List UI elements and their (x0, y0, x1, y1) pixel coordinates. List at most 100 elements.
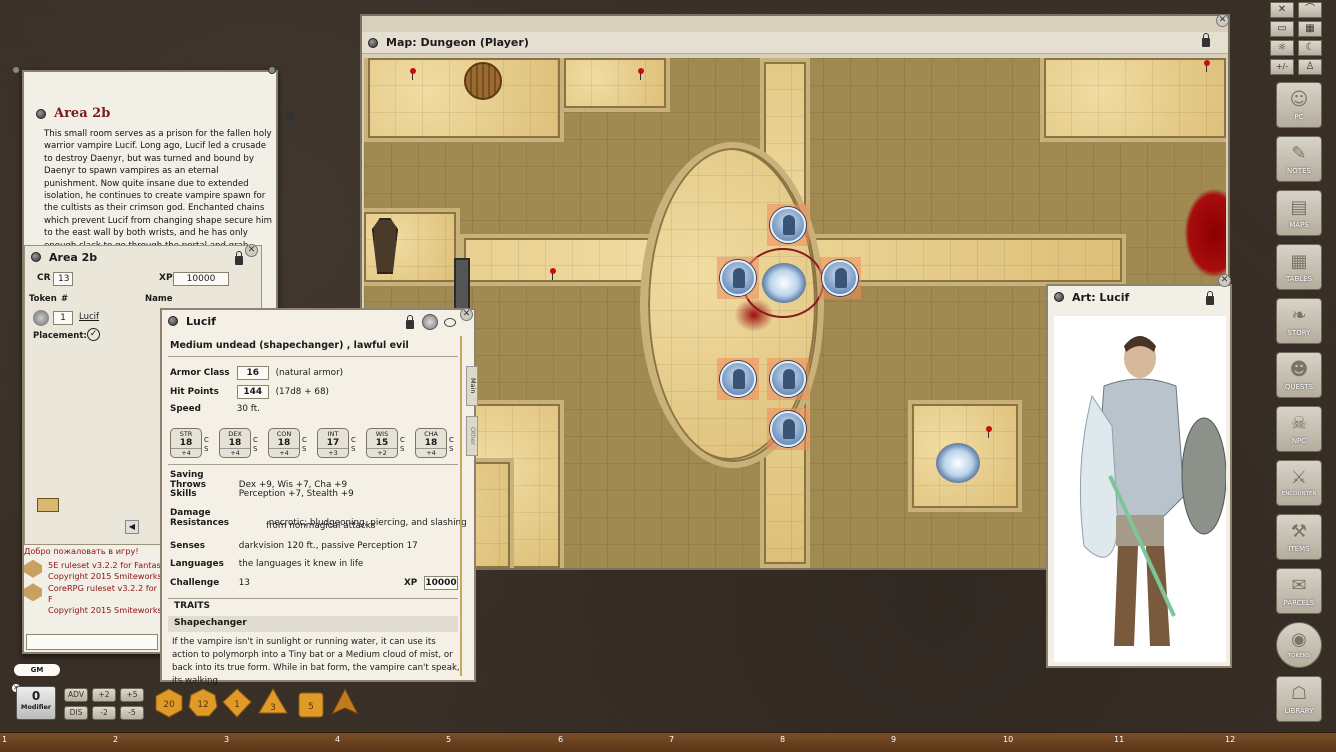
npc-token-icon[interactable] (422, 314, 438, 330)
skill-toggle[interactable]: S (351, 445, 355, 453)
save-toggle[interactable]: C (204, 436, 209, 444)
tool-person-icon[interactable]: ♙ (1298, 59, 1322, 75)
d20-die-icon[interactable]: 20 (154, 688, 184, 718)
sidebar-story-button[interactable]: ❧STORY (1276, 298, 1322, 344)
ability-cha[interactable]: CHA18+4 CS (415, 428, 455, 460)
ability-con[interactable]: CON18+4 CS (268, 428, 308, 460)
d10-die-icon[interactable]: 1 (222, 688, 252, 718)
npc-scrollbar[interactable] (460, 336, 462, 676)
map-pin[interactable] (986, 426, 992, 432)
art-lock-icon[interactable] (1206, 296, 1214, 305)
sidebar-tables-button[interactable]: ▦TABLES (1276, 244, 1322, 290)
minus2-button[interactable]: -2 (92, 706, 116, 720)
encounter-title-bar[interactable]: Area 2b (25, 246, 261, 268)
tool-lighting-icon[interactable]: ☼ (1270, 40, 1294, 56)
map-menu-icon[interactable] (368, 38, 378, 48)
tool-select-icon[interactable]: ▦ (1298, 21, 1322, 37)
placement-check-icon[interactable]: ✓ (87, 328, 100, 341)
encounter-npc-link[interactable]: Lucif (79, 312, 99, 322)
vampire-spawn-token[interactable] (770, 361, 806, 397)
sidebar-notes-button[interactable]: ✎NOTES (1276, 136, 1322, 182)
hotkey-bar[interactable]: 1 2 3 4 5 6 7 8 9 10 11 12 (0, 732, 1336, 752)
skill-toggle[interactable]: S (400, 445, 404, 453)
npc-close-icon[interactable]: ✕ (460, 308, 473, 321)
map-pin[interactable] (410, 68, 416, 74)
skill-toggle[interactable]: S (449, 445, 453, 453)
minus5-button[interactable]: -5 (120, 706, 144, 720)
save-toggle[interactable]: C (302, 436, 307, 444)
d6-die-icon[interactable]: 5 (296, 690, 326, 720)
vampire-spawn-token[interactable] (822, 260, 858, 296)
d12-die-icon[interactable]: 12 (188, 688, 218, 718)
sidebar-parcels-button[interactable]: ✉PARCELS (1276, 568, 1322, 614)
tool-zoom-button[interactable]: +/- (1270, 59, 1294, 75)
tool-mask-icon[interactable]: ▭ (1270, 21, 1294, 37)
encounter-xp-field[interactable]: 10000 (173, 272, 229, 286)
d8-die-icon[interactable]: 3 (258, 688, 288, 718)
vampire-spawn-token[interactable] (720, 361, 756, 397)
art-menu-icon[interactable] (1054, 292, 1064, 302)
hotkey-slot[interactable]: 2 (113, 735, 118, 744)
ability-str[interactable]: STR18+4 CS (170, 428, 210, 460)
plus5-button[interactable]: +5 (120, 688, 144, 702)
d4-die-icon[interactable] (330, 688, 360, 718)
tool-night-icon[interactable]: ☾ (1298, 40, 1322, 56)
skills-value[interactable]: Perception +7, Stealth +9 (239, 489, 354, 499)
vampire-spawn-token[interactable] (770, 411, 806, 447)
story-title-bar[interactable]: Area 2b (36, 106, 110, 121)
npc-xp-field[interactable]: 10000 (424, 576, 458, 590)
map-pin[interactable] (638, 68, 644, 74)
hotkey-slot[interactable]: 7 (669, 735, 674, 744)
ac-field[interactable]: 16 (237, 366, 269, 380)
encounter-token-icon[interactable] (33, 310, 49, 326)
map-pin[interactable] (1204, 60, 1210, 66)
dis-button[interactable]: DIS (64, 706, 88, 720)
ability-int[interactable]: INT17+3 CS (317, 428, 357, 460)
npc-lock-icon[interactable] (406, 320, 414, 329)
hotkey-slot[interactable]: 11 (1114, 735, 1124, 744)
trait-name[interactable]: Shapechanger (168, 616, 458, 632)
npc-chat-icon[interactable] (444, 318, 456, 327)
skill-toggle[interactable]: S (302, 445, 306, 453)
sidebar-pc-button[interactable]: ☺PC (1276, 82, 1322, 128)
npc-sheet-window[interactable]: ✕ Lucif Medium undead (shapechanger) , l… (160, 308, 476, 682)
modifier-box[interactable]: 0 Modifier (16, 686, 56, 720)
chat-input[interactable] (26, 634, 158, 650)
plus2-button[interactable]: +2 (92, 688, 116, 702)
map-title-bar[interactable]: Map: Dungeon (Player) (362, 32, 1228, 54)
npc-menu-icon[interactable] (168, 316, 178, 326)
senses-value[interactable]: darkvision 120 ft., passive Perception 1… (239, 541, 418, 551)
chat-log[interactable]: Добро пожаловать в игру! 5E ruleset v3.2… (24, 546, 164, 616)
languages-value[interactable]: the languages it knew in life (239, 559, 364, 569)
hotkey-slot[interactable]: 4 (335, 735, 340, 744)
hotkey-slot[interactable]: 6 (558, 735, 563, 744)
art-close-icon[interactable]: ✕ (1218, 274, 1231, 287)
story-lock-icon[interactable] (286, 112, 294, 121)
vampire-spawn-token[interactable] (720, 260, 756, 296)
sidebar-maps-button[interactable]: ▤MAPS (1276, 190, 1322, 236)
encounter-count-field[interactable]: 1 (53, 311, 73, 325)
vampire-spawn-token[interactable] (770, 207, 806, 243)
save-toggle[interactable]: C (253, 436, 258, 444)
tool-measure-icon[interactable]: ⌒ (1298, 2, 1322, 18)
hotkey-slot[interactable]: 3 (224, 735, 229, 744)
sidebar-items-button[interactable]: ⚒ITEMS (1276, 514, 1322, 560)
sidebar-encounter-button[interactable]: ⚔ENCOUNTER (1276, 460, 1322, 506)
ability-dex[interactable]: DEX18+4 CS (219, 428, 259, 460)
hotkey-slot[interactable]: 8 (780, 735, 785, 744)
encounter-close-icon[interactable]: ✕ (245, 244, 258, 257)
adv-button[interactable]: ADV (64, 688, 88, 702)
story-menu-icon[interactable] (36, 109, 46, 119)
map-pin[interactable] (550, 268, 556, 274)
save-toggle[interactable]: C (400, 436, 405, 444)
skill-toggle[interactable]: S (204, 445, 208, 453)
envelope-icon[interactable] (37, 498, 59, 512)
map-lock-icon[interactable] (1202, 38, 1210, 47)
scroll-left-icon[interactable]: ◀ (125, 520, 139, 534)
tool-pointer-icon[interactable]: ✕ (1270, 2, 1294, 18)
encounter-cr-field[interactable]: 13 (53, 272, 73, 286)
save-toggle[interactable]: C (449, 436, 454, 444)
hotkey-slot[interactable]: 12 (1225, 735, 1235, 744)
hotkey-slot[interactable]: 5 (446, 735, 451, 744)
sidebar-tokens-button[interactable]: ◉TOKENS (1276, 622, 1322, 668)
